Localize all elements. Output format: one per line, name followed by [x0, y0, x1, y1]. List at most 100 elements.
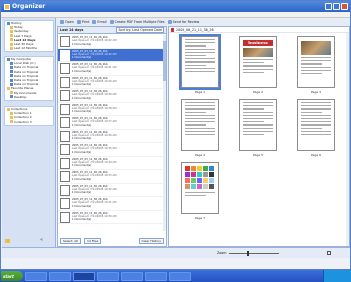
taskbar-button[interactable] [169, 271, 191, 281]
collapse-arrow-icon[interactable]: « [40, 237, 43, 243]
list-item[interactable]: 2005_07_03_11_36_26_Pub Last Opened: 7/11… [58, 116, 166, 130]
email-button[interactable]: Email [92, 20, 107, 24]
page-thumbnail-2[interactable]: business [239, 36, 277, 88]
pdf-icon [171, 27, 174, 32]
zoom-slider-thumb[interactable] [246, 250, 249, 256]
document-thumbnail [60, 103, 70, 115]
folder-icon [10, 42, 13, 46]
print-button[interactable]: Print [76, 20, 89, 24]
page-thumbnail-7[interactable] [181, 162, 219, 214]
page-thumbnails-panel: 2005_06_21_11_36_26 Page 1 business Page… [168, 26, 350, 247]
document-thumbnail [60, 211, 70, 223]
open-button[interactable]: Open [60, 20, 74, 24]
pages-scrollbar[interactable] [346, 33, 349, 246]
cover-photo [243, 48, 273, 57]
list-scrollbar[interactable] [163, 35, 166, 231]
taskbar-button[interactable] [121, 271, 143, 281]
document-name: 2005_06_21_11_36_26 [176, 27, 214, 32]
folder-icon [10, 38, 13, 42]
page-thumbnail-3[interactable] [297, 36, 335, 88]
computer-icon [7, 57, 10, 61]
document-thumbnail [60, 184, 70, 196]
create-pdf-button[interactable]: Create PDF From Multiple Files [109, 20, 165, 24]
list-item[interactable]: 2005_07_03_11_36_26_Pub Last Opened: 7/11… [58, 89, 166, 103]
list-item[interactable]: 2005_07_03_11_36_26_Pub Last Opened: 7/11… [58, 62, 166, 76]
history-icon [7, 21, 10, 25]
sort-dropdown[interactable]: Sort by: Last Opened Date [116, 27, 164, 33]
file-list: 2005_07_03_11_36_26_Pub Last Opened: 7/11… [58, 35, 166, 231]
list-item[interactable]: 2005_07_03_11_36_26_Pub Last Opened: 7/11… [58, 143, 166, 157]
document-thumbnail [60, 130, 70, 142]
zoom-label: Zoom [217, 251, 227, 255]
navigation-panel: History Today Yesterday Last 7 Days Last… [2, 18, 56, 247]
select-all-button[interactable]: Select: All [60, 237, 81, 244]
history-tree: History Today Yesterday Last 7 Days Last… [4, 20, 54, 52]
title-bar[interactable]: Organizer [1, 1, 350, 12]
page-label: Page 5 [252, 153, 264, 157]
list-item[interactable]: 2005_07_03_11_36_26_Pub Last Opened: 7/11… [58, 76, 166, 89]
pdf-icon [109, 20, 114, 24]
taskbar-button[interactable] [49, 271, 71, 281]
drive-icon [10, 74, 13, 78]
email-icon [92, 20, 97, 24]
list-header: Last 14 days Sort by: Last Opened Date [58, 27, 166, 34]
close-button[interactable] [341, 3, 348, 10]
drive-icon [10, 65, 13, 69]
list-item-selected[interactable]: 2005_07_03_11_36_26_Pub Last Opened: 7/11… [58, 48, 166, 62]
drive-icon [10, 78, 13, 82]
page-thumbnail-5[interactable] [239, 99, 277, 151]
page-photo [301, 41, 331, 55]
taskbar-button[interactable] [145, 271, 167, 281]
list-item[interactable]: 2005_07_03_11_36_26_Pub Last Opened: 7/11… [58, 35, 166, 49]
new-collection-icon[interactable] [5, 239, 10, 243]
system-tray [323, 270, 351, 282]
list-item[interactable]: 2005_07_03_11_36_26_Pub Last Opened: 7/11… [58, 130, 166, 143]
document-header: 2005_06_21_11_36_26 [169, 27, 349, 33]
page-label: Page 3 [310, 90, 322, 94]
scrollbar-thumb[interactable] [163, 41, 166, 81]
page-thumbnail-4[interactable] [181, 99, 219, 151]
send-for-review-button[interactable]: Send for Review [167, 20, 199, 24]
folder-icon [10, 25, 13, 29]
page-thumbnail-6[interactable] [297, 99, 335, 151]
review-icon [167, 20, 172, 24]
minimize-button[interactable] [325, 3, 332, 10]
list-item[interactable]: 2005_07_03_11_36_26_Pub Last Opened: 7/11… [58, 170, 166, 184]
drive-icon [10, 82, 13, 86]
maximize-button[interactable] [333, 3, 340, 10]
view-mode-icon[interactable] [327, 251, 331, 255]
list-item[interactable]: 2005_07_03_11_36_26_Pub Last Opened: 7/11… [58, 103, 166, 116]
windows-taskbar: start [0, 270, 351, 282]
list-footer: Select: All 14 Files Clear History [60, 237, 164, 244]
taskbar-button-active[interactable] [73, 271, 95, 281]
drive-icon [10, 61, 13, 65]
nav-last-12-months[interactable]: Last 12 Months [5, 46, 53, 50]
collections-tree: Collections Collection 1 Collection 2 Co… [4, 106, 54, 126]
list-item[interactable]: 2005_07_03_11_36_26_Pub Last Opened: 7/11… [58, 211, 166, 224]
folder-icon [10, 111, 13, 115]
page-thumbnail-1[interactable] [179, 34, 221, 90]
taskbar-button[interactable] [25, 271, 47, 281]
folder-icon [10, 46, 13, 50]
collections-icon [7, 107, 10, 111]
page-label: Page 1 [194, 90, 206, 94]
organizer-window: Organizer Open Print Email Create PDF Fr… [0, 0, 351, 270]
document-thumbnail [60, 49, 70, 61]
clear-history-button[interactable]: Clear History [138, 237, 164, 244]
list-item[interactable]: 2005_07_03_11_36_26_Pub Last Opened: 7/11… [58, 197, 166, 211]
nav-collection-3[interactable]: Collection 3 [5, 120, 53, 124]
list-item[interactable]: 2005_07_03_11_36_26_Pub Last Opened: 7/11… [58, 184, 166, 197]
folder-icon [10, 29, 13, 33]
list-item[interactable]: 2005_07_03_11_36_26_Pub Last Opened: 7/11… [58, 157, 166, 170]
document-thumbnail [60, 36, 70, 47]
document-thumbnail [60, 198, 70, 209]
start-button[interactable]: start [1, 271, 23, 281]
document-thumbnail [60, 90, 70, 101]
zoom-slider[interactable] [228, 250, 279, 256]
nav-desktop[interactable]: Desktop [5, 95, 53, 99]
page-label: Page 7 [194, 216, 206, 220]
folder-icon [10, 115, 13, 119]
taskbar-button[interactable] [97, 271, 119, 281]
folder-icon [10, 91, 13, 95]
open-icon [60, 20, 64, 24]
